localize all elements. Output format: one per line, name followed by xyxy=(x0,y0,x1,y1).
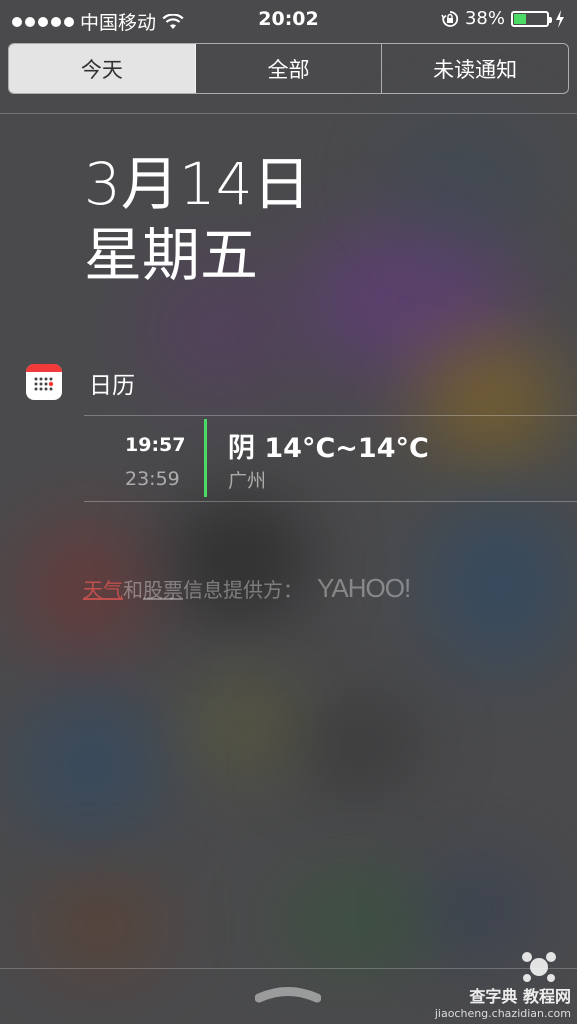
watermark: 查字典 教程网 jiaocheng.chazidian.com xyxy=(435,983,571,1020)
today-date: 3月14日 xyxy=(84,150,311,218)
notification-center-tabs: 今天 全部 未读通知 xyxy=(8,43,569,94)
battery-percent: 38% xyxy=(464,8,505,29)
today-weekday: 星期五 xyxy=(84,221,259,289)
orientation-lock-icon xyxy=(441,10,459,27)
event-location: 广州 xyxy=(228,470,267,492)
grabber-handle-icon[interactable] xyxy=(255,983,321,1003)
watermark-title: 查字典 教程网 xyxy=(469,987,571,1006)
status-bar: 中国移动 20:02 38% xyxy=(0,0,577,40)
attribution-provided-by: 信息提供方： xyxy=(183,578,303,602)
charging-bolt-icon xyxy=(556,9,564,28)
tab-all[interactable]: 全部 xyxy=(196,44,383,93)
watermark-url: jiaocheng.chazidian.com xyxy=(434,1007,571,1020)
battery-icon xyxy=(511,10,552,27)
divider xyxy=(0,968,577,969)
tab-missed[interactable]: 未读通知 xyxy=(382,44,568,93)
weather-link[interactable]: 天气 xyxy=(83,574,123,603)
event-calendar-color-bar xyxy=(204,419,207,497)
event-start-time: 19:57 xyxy=(125,434,186,456)
divider xyxy=(84,501,577,502)
calendar-section-title[interactable]: 日历 xyxy=(89,366,135,400)
calendar-app-icon[interactable] xyxy=(26,364,62,400)
attribution-and: 和 xyxy=(123,578,143,602)
event-end-time: 23:59 xyxy=(125,468,180,490)
yahoo-logo[interactable]: YAHOO! xyxy=(317,573,411,604)
watermark-logo-icon xyxy=(522,952,556,982)
stocks-link[interactable]: 股票 xyxy=(143,574,183,603)
data-attribution: 天气 和 股票 信息提供方： YAHOO! xyxy=(83,573,411,604)
tab-today[interactable]: 今天 xyxy=(9,44,196,93)
divider xyxy=(84,415,577,416)
event-title[interactable]: 阴 14°C~14°C xyxy=(228,426,429,465)
divider xyxy=(0,113,577,114)
